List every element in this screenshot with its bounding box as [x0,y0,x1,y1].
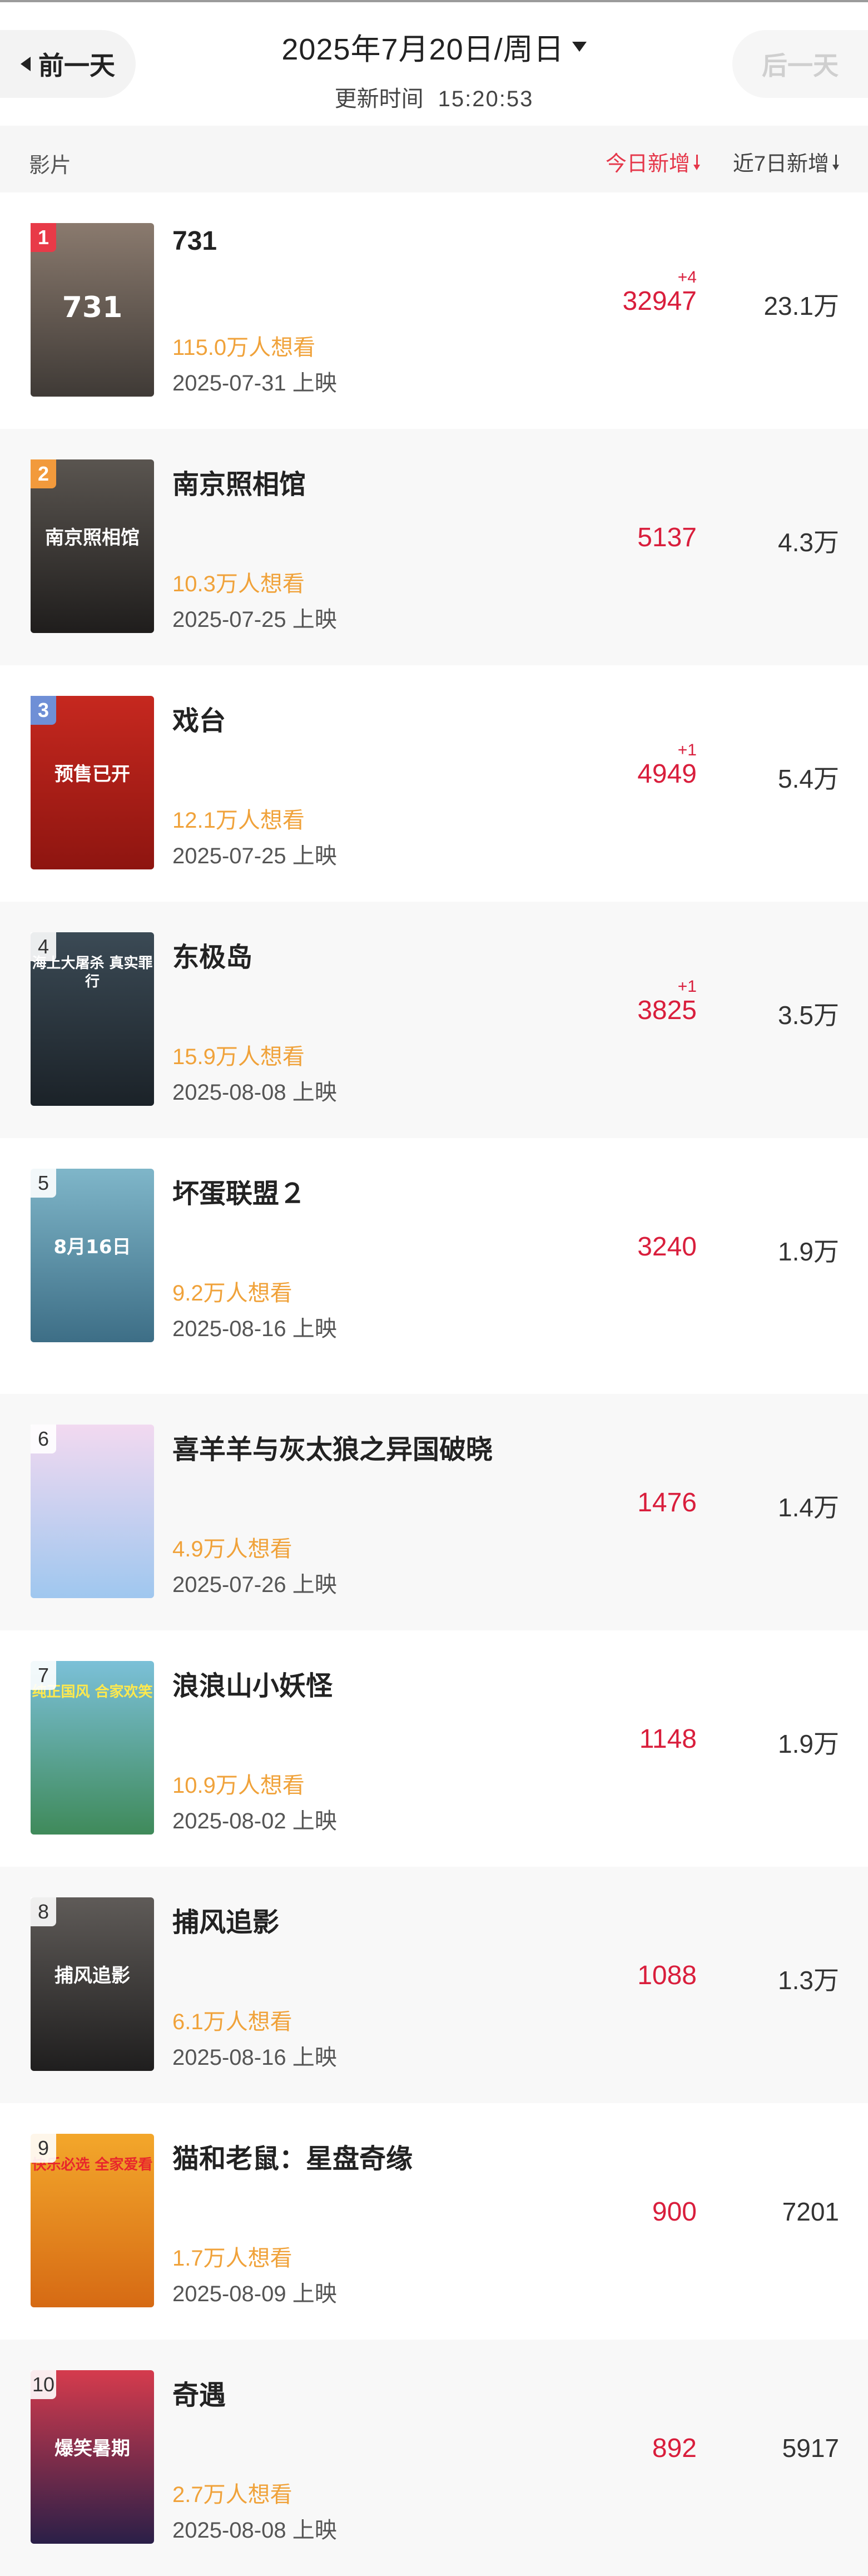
release-date: 2025-08-16 上映 [172,2045,337,2070]
film-title: 捕风追影 [172,1908,280,1937]
header: 前一天 2025年7月20日/周日 更新时间 15:20:53 后一天 [0,2,868,126]
today-new-value: 1088 [637,1961,697,1990]
film-title: 东极岛 [172,943,253,972]
week-new-value: 1.9万 [778,1237,839,1266]
update-time-value: 15:20:53 [438,87,534,111]
week-new-value: 5.4万 [778,764,839,793]
sort-down-icon [832,152,839,171]
film-title: 喜羊羊与灰太狼之异国破晓 [172,1435,493,1465]
film-row[interactable]: 爆笑暑期 10 奇遇 2.7万人想看 2025-08-08 上映 892 591… [0,2340,868,2576]
film-row[interactable]: 731 1 731 115.0万人想看 2025-07-31 上映 +4 329… [0,192,868,429]
week-new-value: 23.1万 [763,291,839,320]
today-delta: +1 [677,741,697,759]
want-to-see-count: 10.3万人想看 [172,572,305,596]
next-day-label: 后一天 [762,51,839,80]
want-to-see-count: 6.1万人想看 [172,2010,292,2034]
column-week-label: 近7日新增 [732,152,829,176]
release-date: 2025-07-26 上映 [172,1573,337,1597]
today-new-value: 892 [652,2434,697,2463]
film-title: 731 [172,226,217,256]
update-time-row: 更新时间 15:20:53 [0,81,868,113]
release-date: 2025-08-08 上映 [172,1080,337,1105]
film-row[interactable]: 纯正国风 合家欢笑 7 浪浪山小妖怪 10.9万人想看 2025-08-02 上… [0,1630,868,1867]
today-new-value: 1148 [639,1724,697,1754]
week-new-value: 1.3万 [778,1966,839,1995]
week-new-value: 5917 [782,2434,839,2463]
today-new-value: 3240 [637,1232,697,1262]
rank-badge: 9 [31,2134,56,2163]
film-title: 戏台 [172,706,226,736]
release-date: 2025-08-16 上映 [172,1317,337,1341]
want-to-see-count: 9.2万人想看 [172,1281,292,1306]
week-new-value: 4.3万 [778,528,839,557]
release-date: 2025-08-08 上映 [172,2518,337,2543]
week-new-value: 3.5万 [778,1001,839,1030]
next-day-button[interactable]: 后一天 [732,30,868,98]
rank-badge: 7 [31,1661,56,1690]
poster-title-art: 731 [62,291,123,324]
update-time-label: 更新时间 [334,87,424,111]
release-date: 2025-08-09 上映 [172,2282,337,2306]
film-row[interactable]: 捕风追影 8 捕风追影 6.1万人想看 2025-08-16 上映 1088 1… [0,1867,868,2103]
week-new-value: 1.4万 [778,1493,839,1522]
today-new-value: 4949 [637,759,697,789]
rank-badge: 4 [31,932,56,961]
column-today-label: 今日新增 [605,152,690,176]
rank-badge: 10 [31,2370,56,2399]
column-film: 影片 [29,154,72,177]
release-date: 2025-08-02 上映 [172,1809,337,1833]
sort-down-icon [693,152,700,171]
poster-title-art: 预售已开 [54,763,130,785]
poster-title-art: 捕风追影 [54,1965,130,1987]
film-row[interactable]: 预售已开 3 戏台 12.1万人想看 2025-07-25 上映 +1 4949… [0,665,868,902]
caret-down-icon [572,41,587,52]
today-new-value: 5137 [637,523,697,552]
rank-badge: 1 [31,223,56,252]
release-date: 2025-07-25 上映 [172,844,337,868]
film-list: 731 1 731 115.0万人想看 2025-07-31 上映 +4 329… [0,192,868,2576]
week-new-value: 7201 [782,2197,839,2226]
today-new-value: 900 [652,2197,697,2227]
film-row[interactable]: 6 喜羊羊与灰太狼之异国破晓 4.9万人想看 2025-07-26 上映 147… [0,1394,868,1630]
film-row[interactable]: 快乐必选 全家爱看 9 猫和老鼠：星盘奇缘 1.7万人想看 2025-08-09… [0,2103,868,2340]
today-new-value: 3825 [637,996,697,1025]
rank-badge: 6 [31,1425,56,1453]
film-row[interactable]: 8月16日 5 坏蛋联盟２ 9.2万人想看 2025-08-16 上映 3240… [0,1138,868,1374]
want-to-see-count: 10.9万人想看 [172,1773,305,1798]
film-row[interactable]: 海上大屠杀 真实罪行 4 东极岛 15.9万人想看 2025-08-08 上映 … [0,902,868,1138]
want-to-see-count: 115.0万人想看 [172,335,316,360]
poster-title-art: 爆笑暑期 [54,2437,130,2460]
want-to-see-count: 4.9万人想看 [172,1537,292,1561]
date-selector[interactable]: 2025年7月20日/周日 [281,24,587,68]
film-row[interactable]: 南京照相馆 2 南京照相馆 10.3万人想看 2025-07-25 上映 513… [0,429,868,665]
today-delta: +4 [677,268,697,286]
rank-badge: 3 [31,696,56,725]
column-header: 影片 今日新增 近7日新增 [0,126,868,192]
release-date: 2025-07-25 上映 [172,607,337,632]
film-title: 奇遇 [172,2381,226,2410]
want-to-see-count: 2.7万人想看 [172,2483,292,2507]
today-new-value: 1476 [637,1488,697,1517]
column-today-sort[interactable]: 今日新增 [606,146,700,177]
poster-title-art: 南京照相馆 [45,527,140,549]
film-title: 浪浪山小妖怪 [172,1672,333,1701]
film-title: 猫和老鼠：星盘奇缘 [172,2144,413,2174]
column-week-sort[interactable]: 近7日新增 [733,146,839,177]
date-label: 2025年7月20日/周日 [281,33,564,66]
film-title: 南京照相馆 [172,470,306,500]
rank-badge: 5 [31,1169,56,1198]
film-title: 坏蛋联盟２ [172,1179,306,1209]
want-to-see-count: 12.1万人想看 [172,808,305,833]
rank-badge: 2 [31,459,56,488]
rank-badge: 8 [31,1897,56,1926]
release-date: 2025-07-31 上映 [172,371,337,395]
want-to-see-count: 1.7万人想看 [172,2246,292,2271]
want-to-see-count: 15.9万人想看 [172,1045,305,1069]
poster-title-art: 8月16日 [53,1236,131,1258]
today-delta: +1 [677,977,697,996]
today-new-value: 32947 [622,286,697,316]
week-new-value: 1.9万 [778,1729,839,1758]
